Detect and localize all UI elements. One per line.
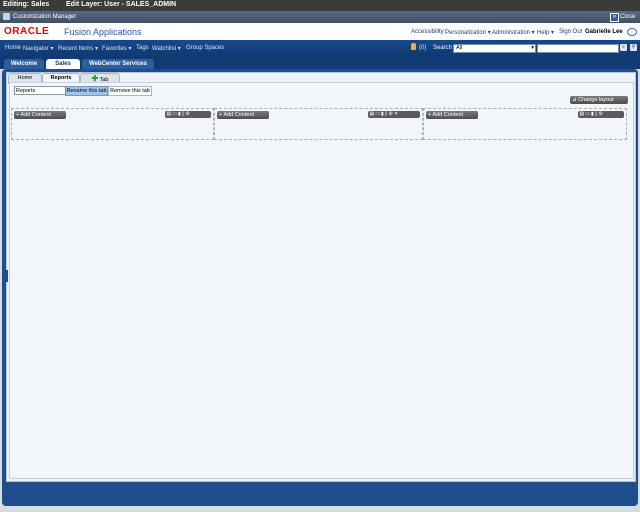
rename-tab-button[interactable]: Rename this tab [65,86,108,96]
split-icon[interactable]: ▭ [375,111,380,117]
accessibility-link[interactable]: Accessibility [411,29,444,35]
nav-favorites[interactable]: Favorites ▾ [102,45,131,52]
change-layout-label: Change layout [578,97,614,103]
nav-recent-items[interactable]: Recent Items ▾ [58,45,98,52]
edit-layer-label: Edit Layer: User - SALES_ADMIN [66,1,177,8]
tab-content-area [9,82,634,479]
columns-icon[interactable]: ▯ [182,111,185,117]
manager-label: Customization Manager [13,14,77,20]
settings-icon[interactable]: ⚙ [389,111,393,117]
add-column-icon[interactable]: ▮ [381,111,384,117]
search-scope-value: All [456,45,463,51]
column-toolbar-2[interactable]: ▤▭▮▯⚙✕ [368,111,420,118]
columns-icon[interactable]: ▯ [595,111,598,117]
settings-icon[interactable]: ⚙ [599,111,603,117]
search-label: Search [433,45,453,51]
product-name: Fusion Applications [64,27,142,37]
delete-icon[interactable]: ▤ [370,111,375,117]
settings-icon[interactable]: ⚙ [186,111,190,117]
search-icon[interactable]: ⌕ [620,44,627,51]
search-scope-select[interactable]: All ▾ [453,44,536,53]
close-icon[interactable]: ✕ [610,13,619,22]
tab-name-input[interactable] [14,86,66,95]
close-icon[interactable]: ✕ [394,111,398,117]
plus-icon: + [16,112,20,118]
customization-manager-bar: Customization Manager ✕ Close [0,11,640,23]
nav-home[interactable]: Home [5,45,21,51]
nav-watchlist[interactable]: Watchlist ▾ [152,45,181,52]
editing-label: Editing: Sales [3,1,50,8]
notification-count: (0) [419,45,427,51]
remove-tab-button[interactable]: Remove this tab [108,86,152,96]
column-toolbar-1[interactable]: ▤▭▮▯⚙ [165,111,211,118]
column-toolbar-3[interactable]: ▤▭▮▯⚙ [578,111,624,118]
bell-icon[interactable] [411,43,416,50]
add-content-button-3[interactable]: + Add Content [426,111,478,119]
nav-tags[interactable]: Tags [136,45,149,51]
columns-icon[interactable]: ▯ [385,111,388,117]
split-icon[interactable]: ▭ [172,111,177,117]
close-link[interactable]: Close [620,14,635,20]
plus-icon: + [219,112,223,118]
user-status-icon[interactable] [627,28,637,36]
global-nav-bar: Home Navigator ▾ Recent Items ▾ Favorite… [0,40,640,56]
change-layout-button[interactable]: ⊿ Change layout [570,96,628,104]
chevron-down-icon: ▾ [531,45,534,51]
nav-group-spaces[interactable]: Group Spaces [186,45,224,51]
administration-menu[interactable]: Administration ▾ [492,29,535,36]
search-input[interactable] [537,44,619,53]
add-column-icon[interactable]: ▮ [178,111,181,117]
add-content-button-2[interactable]: + Add Content [217,111,269,119]
manager-icon [3,13,10,20]
tab-sales[interactable]: Sales [46,59,80,69]
delete-icon[interactable]: ▤ [580,111,585,117]
tab-welcome[interactable]: Welcome [4,59,44,69]
user-name: Gabrielle Lee [585,29,623,35]
delete-icon[interactable]: ▤ [167,111,172,117]
help-menu[interactable]: Help ▾ [537,29,554,36]
layout-icon: ⊿ [572,97,577,103]
tab-webcenter-services[interactable]: WebCenter Services [82,59,154,69]
plus-icon: + [428,112,432,118]
advanced-search-icon[interactable]: ⚲ [630,44,637,51]
sign-out-link[interactable]: Sign Out [559,29,582,35]
nav-navigator[interactable]: Navigator ▾ [23,45,53,52]
splitter-handle[interactable] [5,270,8,282]
split-icon[interactable]: ▭ [585,111,590,117]
add-content-button-1[interactable]: + Add Content [14,111,66,119]
oracle-logo: ORACLE [4,26,50,37]
add-column-icon[interactable]: ▮ [591,111,594,117]
personalization-menu[interactable]: Personalization ▾ [445,29,491,36]
editing-title-bar: Editing: Sales Edit Layer: User - SALES_… [0,0,640,11]
